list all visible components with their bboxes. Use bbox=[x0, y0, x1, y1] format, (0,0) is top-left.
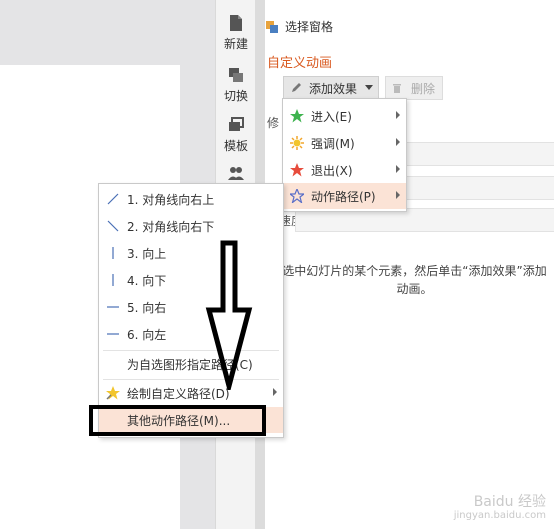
selection-pane-label: 选择窗格 bbox=[285, 20, 334, 34]
diag-up-line-icon bbox=[107, 193, 119, 205]
template-icon bbox=[229, 117, 244, 131]
path-item-label: 5. 向右 bbox=[127, 300, 167, 315]
down-arrow-annotation bbox=[205, 240, 253, 390]
menu-item-enter[interactable]: 进入(E) bbox=[283, 103, 406, 129]
add-effect-label: 添加效果 bbox=[309, 81, 358, 96]
trash-icon bbox=[393, 84, 401, 93]
tool-new-label: 新建 bbox=[223, 37, 248, 51]
chevron-down-icon bbox=[365, 85, 374, 90]
pencil-icon bbox=[292, 83, 301, 92]
path-item-right[interactable]: 5. 向右 bbox=[99, 294, 283, 320]
menu-item-exit[interactable]: 退出(X) bbox=[283, 157, 406, 183]
motion-path-submenu: 1. 对角线向右上 2. 对角线向右下 3. 向上 4. 向下 5. 向右 6.… bbox=[98, 183, 284, 438]
tool-switch[interactable]: 切换 bbox=[216, 66, 256, 104]
highlight-box-annotation bbox=[89, 405, 266, 436]
menu-item-exit-label: 退出(X) bbox=[311, 163, 353, 178]
path-item-label: 3. 向上 bbox=[127, 246, 167, 261]
custom-animation-pane: 选择窗格 自定义动画 添加效果 删除 修 速度: 选中幻灯片的某个元素，然后单击… bbox=[265, 0, 554, 529]
watermark: Baidu 经验 jingyan.baidu.com bbox=[454, 495, 546, 523]
exit-star-icon bbox=[290, 163, 304, 177]
draw-path-star-icon bbox=[106, 386, 120, 400]
path-item-label: 1. 对角线向右上 bbox=[127, 192, 215, 207]
enter-star-icon bbox=[290, 109, 304, 123]
tool-template-label: 模板 bbox=[223, 139, 248, 153]
users-icon bbox=[228, 167, 244, 180]
tool-template[interactable]: 模板 bbox=[216, 116, 256, 154]
delete-label: 删除 bbox=[411, 81, 436, 96]
path-item-diag-down[interactable]: 2. 对角线向右下 bbox=[99, 213, 283, 239]
diag-down-line-icon bbox=[107, 220, 119, 232]
add-effect-button[interactable]: 添加效果 bbox=[283, 76, 379, 100]
path-item-draw-custom[interactable]: 绘制自定义路径(D) bbox=[99, 380, 283, 406]
path-item-label: 2. 对角线向右下 bbox=[127, 219, 215, 234]
motion-path-star-icon bbox=[290, 189, 304, 203]
delete-button[interactable]: 删除 bbox=[385, 76, 443, 100]
tool-new[interactable]: 新建 bbox=[216, 14, 256, 52]
new-doc-icon bbox=[230, 15, 242, 31]
add-effect-menu: 进入(E) 强调(M) 退出(X) 动作路径(P) bbox=[282, 98, 407, 212]
submenu-arrow-icon bbox=[273, 388, 277, 396]
selection-pane-title[interactable]: 选择窗格 bbox=[265, 18, 333, 35]
menu-item-emphasis-label: 强调(M) bbox=[311, 136, 355, 151]
watermark-line1: Baidu 经验 bbox=[473, 494, 546, 510]
menu-item-motion-path-label: 动作路径(P) bbox=[311, 189, 376, 204]
selection-pane-icon bbox=[266, 20, 278, 33]
submenu-arrow-icon bbox=[396, 165, 400, 173]
switch-icon bbox=[229, 68, 243, 82]
path-item-down[interactable]: 4. 向下 bbox=[99, 267, 283, 293]
path-item-diag-up[interactable]: 1. 对角线向右上 bbox=[99, 186, 283, 212]
custom-animation-heading: 自定义动画 bbox=[267, 56, 333, 71]
path-item-left[interactable]: 6. 向左 bbox=[99, 321, 283, 347]
submenu-arrow-icon bbox=[396, 191, 400, 199]
path-item-custom-shape[interactable]: 为自选图形指定路径(C) bbox=[99, 351, 283, 377]
submenu-arrow-icon bbox=[396, 138, 400, 146]
path-item-up[interactable]: 3. 向上 bbox=[99, 240, 283, 266]
submenu-arrow-icon bbox=[396, 111, 400, 119]
path-item-label: 6. 向左 bbox=[127, 327, 167, 342]
vertical-line-icon bbox=[112, 274, 114, 286]
horizontal-line-icon bbox=[107, 333, 119, 335]
vertical-line-icon bbox=[112, 247, 114, 259]
hint-text: 选中幻灯片的某个元素，然后单击“添加效果”添加动画。 bbox=[282, 264, 547, 296]
tool-switch-label: 切换 bbox=[223, 89, 248, 103]
menu-item-motion-path[interactable]: 动作路径(P) bbox=[283, 183, 406, 209]
menu-item-enter-label: 进入(E) bbox=[311, 109, 352, 124]
emphasis-star-icon bbox=[290, 136, 304, 150]
path-item-label: 4. 向下 bbox=[127, 273, 167, 288]
watermark-line2: jingyan.baidu.com bbox=[453, 510, 546, 521]
menu-item-emphasis[interactable]: 强调(M) bbox=[283, 130, 406, 156]
horizontal-line-icon bbox=[107, 306, 119, 308]
modify-label: 修 bbox=[267, 116, 280, 130]
